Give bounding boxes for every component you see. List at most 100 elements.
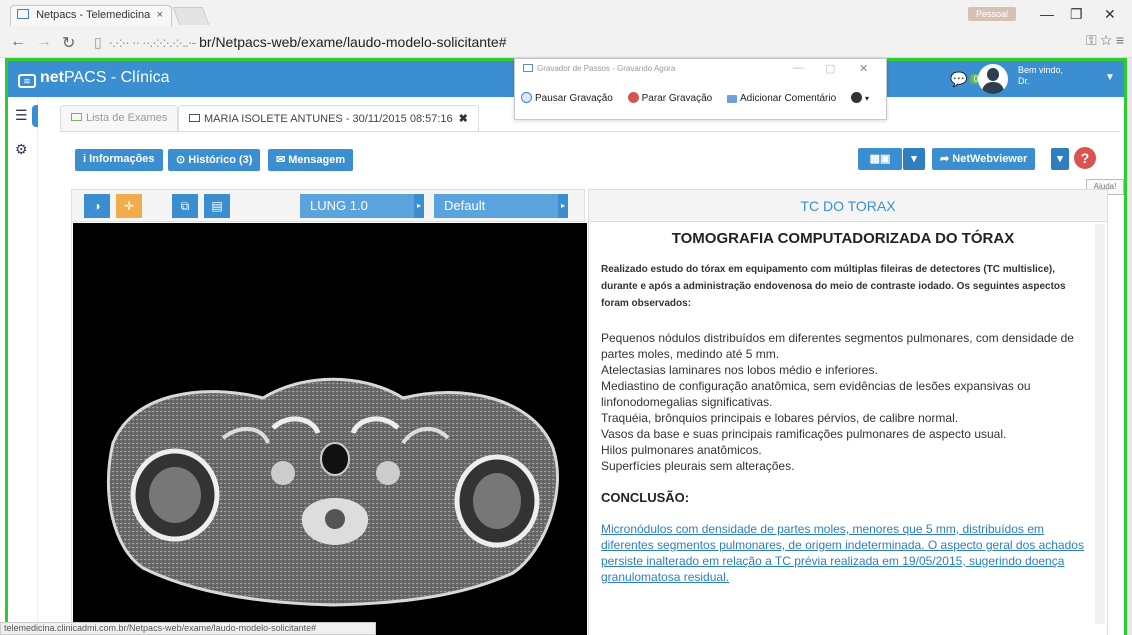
pause-label: Pausar Gravação <box>535 93 613 104</box>
comment-label: Adicionar Comentário <box>739 93 837 104</box>
ct-slice-graphic <box>106 377 559 607</box>
recorder-title-text: Gravador de Passos - Gravando Agora <box>537 64 676 73</box>
netwebviewer-button[interactable]: ➦ NetWebviewer <box>932 148 1036 170</box>
recorder-minimize-icon[interactable]: — <box>793 62 804 74</box>
window-close-icon[interactable]: ✕ <box>1104 6 1116 23</box>
brand-bold: net <box>40 69 64 86</box>
step-recorder-window: Gravador de Passos - Gravando Agora — ▢ … <box>514 58 887 120</box>
list-icon[interactable]: ☰ <box>15 107 28 124</box>
profile-button[interactable]: Pessoal <box>968 7 1016 21</box>
tab-patient-label: MARIA ISOLETE ANTUNES - 30/11/2015 08:57… <box>204 113 453 125</box>
maximize-icon[interactable]: ❐ <box>1070 6 1083 23</box>
netwebviewer-dropdown-icon[interactable]: ▾ <box>1051 148 1069 170</box>
monitor-icon: ≋ <box>18 74 36 88</box>
report-panel: TC DO TORAX TOMOGRAFIA COMPUTADORIZADA D… <box>588 189 1108 635</box>
report-body[interactable]: TOMOGRAFIA COMPUTADORIZADA DO TÓRAX Real… <box>601 230 1085 585</box>
tab-patient-exam[interactable]: MARIA ISOLETE ANTUNES - 30/11/2015 08:57… <box>178 105 479 132</box>
recorder-title: Gravador de Passos - Gravando Agora <box>523 64 675 73</box>
pause-recording-button[interactable]: Pausar Gravação <box>521 92 613 104</box>
welcome-text: Bem vindo, Dr. <box>1018 65 1078 87</box>
finding-line: Atelectasias laminares nos lobos médio e… <box>601 363 878 377</box>
close-tab-icon[interactable]: × <box>157 9 163 21</box>
fit-icon[interactable]: ⧉ <box>172 194 198 218</box>
finding-line: Vasos da base e suas principais ramifica… <box>601 427 1007 441</box>
finding-line: Hilos pulmonares anatômicos. <box>601 443 762 457</box>
image-viewer: ◑ ✛ ⧉ ▤ LUNG 1.0 ▸ Default ▸ <box>71 189 587 635</box>
close-tab-x-icon[interactable]: ✖ <box>459 113 468 125</box>
window-preset-value: LUNG 1.0 <box>310 198 368 213</box>
browser-tab-title: Netpacs - Telemedicina <box>36 9 151 21</box>
comment-icon <box>726 95 737 103</box>
preset-dropdown-icon[interactable]: ▸ <box>414 194 424 218</box>
window-preset-select[interactable]: LUNG 1.0 ▸ <box>300 194 424 218</box>
layout-button[interactable]: ▦▣ <box>858 148 902 170</box>
chat-icon: 💬 <box>950 71 968 87</box>
add-comment-button[interactable]: Adicionar Comentário <box>726 93 837 104</box>
finding-line: Superfícies pleurais sem alterações. <box>601 459 795 473</box>
minimize-icon[interactable]: — <box>1040 6 1054 22</box>
message-button[interactable]: ✉ Mensagem <box>268 149 354 171</box>
chat-button[interactable]: 💬 0 <box>950 71 982 88</box>
help-icon[interactable]: ? <box>1074 147 1096 169</box>
report-scrollbar[interactable] <box>1095 224 1105 624</box>
recorder-help-button[interactable]: ▾ <box>850 92 869 104</box>
layout-select-dropdown-icon[interactable]: ▸ <box>558 194 568 218</box>
app-brand[interactable]: ≋ netPACS - Clínica <box>18 69 170 88</box>
conclusion-text[interactable]: Micronódulos com densidade de partes mol… <box>601 521 1085 585</box>
page-scrollbar[interactable] <box>1127 58 1132 635</box>
tab-exam-list-label: Lista de Exames <box>86 112 168 124</box>
star-icon[interactable]: ☆ <box>1101 32 1112 48</box>
report-title: TOMOGRAFIA COMPUTADORIZADA DO TÓRAX <box>671 230 1015 247</box>
stop-icon <box>627 92 639 103</box>
address-bar[interactable]: ▯ ·.·:·· ·· ··.·:·:·.·:·..·- br/Netpacs-… <box>86 30 1086 54</box>
layout-value: Default <box>444 198 486 213</box>
welcome-line1: Bem vindo, <box>1018 65 1064 75</box>
series-icon[interactable]: ▤ <box>204 194 230 218</box>
reload-icon[interactable]: ↻ <box>62 33 75 53</box>
browser-tabstrip: Netpacs - Telemedicina × Pessoal — ❐ ✕ <box>0 0 1132 26</box>
brand-rest: PACS - Clínica <box>64 69 170 86</box>
welcome-line2: Dr. <box>1018 76 1030 86</box>
info-button[interactable]: i Informações <box>75 149 163 171</box>
menu-icon[interactable]: ≡ <box>1116 32 1124 48</box>
avatar[interactable] <box>978 64 1008 94</box>
recorder-maximize-icon[interactable]: ▢ <box>825 62 835 75</box>
conclusion-heading: CONCLUSÃO: <box>601 490 690 505</box>
report-header: TC DO TORAX <box>589 190 1107 222</box>
new-tab-button[interactable] <box>172 7 210 25</box>
layout-dropdown-icon[interactable]: ▾ <box>903 148 925 170</box>
layout-select[interactable]: Default ▸ <box>434 194 568 218</box>
help-circle-icon <box>850 92 862 103</box>
page-icon: ▯ <box>94 34 102 50</box>
page-favicon-icon <box>17 9 29 19</box>
recorder-controls: Pausar Gravação Parar Gravação Adicionar… <box>521 92 881 104</box>
history-button[interactable]: ⊙ Histórico (3) <box>168 149 261 171</box>
user-menu-caret-icon[interactable]: ▼ <box>1105 72 1115 83</box>
finding-line: Pequenos nódulos distribuídos em diferen… <box>601 331 1074 361</box>
key-icon[interactable]: ⚿ <box>1086 32 1097 48</box>
gears-icon[interactable]: ⚙ <box>15 141 28 158</box>
browser-tab[interactable]: Netpacs - Telemedicina × <box>10 5 172 26</box>
stop-recording-button[interactable]: Parar Gravação <box>627 92 713 104</box>
viewer-toolbar: ◑ ✛ ⧉ ▤ LUNG 1.0 ▸ Default ▸ <box>72 190 584 222</box>
tab-exam-list[interactable]: Lista de Exames <box>60 105 179 132</box>
sidebar-toggle[interactable] <box>32 105 38 127</box>
page-frame: ≋ netPACS - Clínica 💬 0 Bem vindo, Dr. ▼ ☰… <box>5 58 1127 635</box>
report-intro: Realizado estudo do tórax em equipamento… <box>601 264 1066 309</box>
back-icon[interactable]: ← <box>10 33 26 51</box>
forward-icon[interactable]: → <box>36 33 52 51</box>
recorder-close-icon[interactable]: ✕ <box>859 62 868 75</box>
browser-toolbar: ← → ↻ ▯ ·.·:·· ·· ··.·:·:·.·:·..·- br/Ne… <box>0 26 1132 58</box>
url-path: br/Netpacs-web/exame/laudo-modelo-solici… <box>199 34 507 50</box>
recorder-app-icon <box>523 64 533 72</box>
stop-label: Parar Gravação <box>641 93 713 104</box>
contrast-icon[interactable]: ◑ <box>84 194 110 218</box>
pan-icon[interactable]: ✛ <box>116 194 142 218</box>
ct-image[interactable] <box>73 223 587 635</box>
monitor-tab-icon <box>189 114 200 122</box>
status-bar: telemedicina.clinicadmi.com.br/Netpacs-w… <box>0 622 376 635</box>
finding-line: Mediastino de configuração anatômica, se… <box>601 379 1031 409</box>
recorder-help-caret-icon: ▾ <box>864 94 869 103</box>
pause-icon <box>521 92 532 103</box>
report-findings: Pequenos nódulos distribuídos em diferen… <box>601 330 1085 474</box>
